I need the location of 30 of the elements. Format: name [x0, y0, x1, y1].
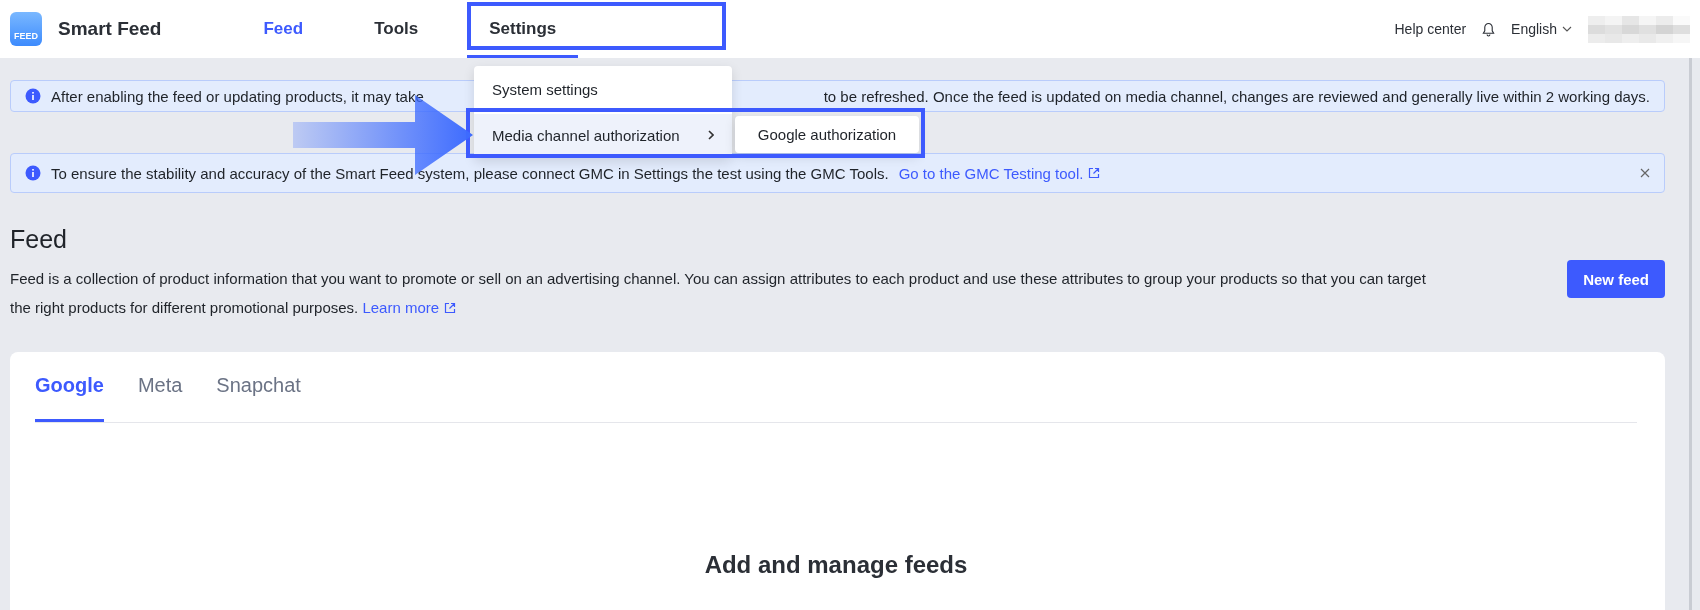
gmc-testing-link[interactable]: Go to the GMC Testing tool. — [898, 164, 1101, 182]
banner-text: to be refreshed. Once the feed is updated on media channel, changes are reviewed and generally live within 2 working days. — [823, 87, 1650, 105]
channel-tab[interactable]: Snapchat — [216, 352, 301, 422]
channel-tab[interactable]: Meta — [137, 352, 183, 422]
language-selector[interactable]: English — [1511, 21, 1572, 37]
app-name: Smart Feed — [58, 18, 162, 40]
bell-icon[interactable] — [1482, 21, 1496, 37]
close-icon[interactable] — [1640, 168, 1650, 178]
page-description: Feed is a collection of product information that you want to promote or sell on an advertising channel. You can assign attributes to each product and use these attributes to group your products so that you can target the right products for different promotional purposes. Learn more — [10, 264, 1442, 322]
nav-tab[interactable]: Feed — [241, 0, 326, 58]
new-feed-button[interactable]: New feed — [1567, 260, 1665, 298]
nav-tab[interactable]: Tools — [352, 0, 441, 58]
banner-text: To ensure the stability and accuracy of the Smart Feed system, please connect GMC in Settings the test using the GMC Tools. — [51, 164, 889, 182]
submenu-item[interactable]: Google authorization — [735, 116, 919, 153]
empty-state-title: Add and manage feeds — [703, 551, 969, 579]
nav-tab[interactable]: Settings — [467, 0, 579, 58]
channel-tab[interactable]: Google — [35, 352, 104, 422]
external-link-icon — [444, 301, 457, 314]
external-link-icon — [1088, 167, 1101, 179]
info-icon — [25, 88, 41, 104]
info-icon — [25, 165, 41, 181]
page-title: Feed — [10, 225, 68, 254]
menu-item[interactable]: Media channel authorization — [474, 114, 732, 156]
help-link[interactable]: Help center — [1394, 21, 1467, 37]
learn-more-link[interactable]: Learn more — [362, 293, 457, 322]
banner-text: After enabling the feed or updating products, it may take — [51, 87, 424, 105]
app-logo: FEED — [10, 12, 42, 46]
chevron-down-icon — [1562, 26, 1572, 32]
menu-item[interactable]: System settings — [474, 68, 732, 110]
chevron-right-icon — [708, 130, 714, 140]
